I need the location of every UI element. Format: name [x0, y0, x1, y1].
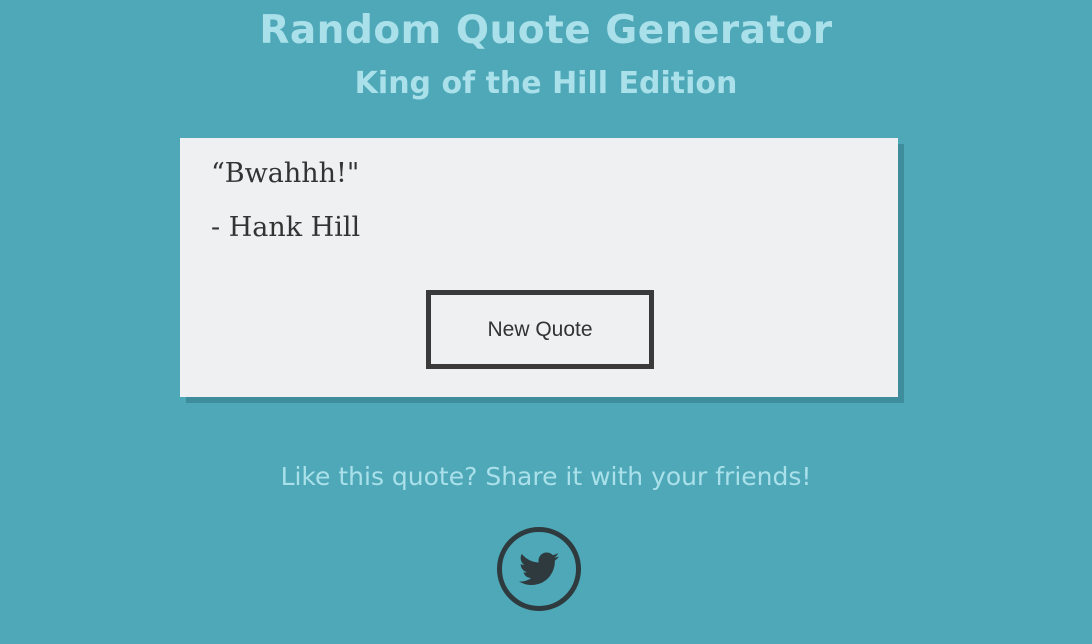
- quote-card: “Bwahhh!" - Hank Hill New Quote: [180, 138, 898, 397]
- page: Random Quote Generator King of the Hill …: [0, 0, 1092, 644]
- page-subtitle: King of the Hill Edition: [354, 66, 738, 101]
- page-title: Random Quote Generator: [259, 8, 833, 53]
- quote-text: “Bwahhh!": [211, 158, 360, 189]
- new-quote-button[interactable]: New Quote: [426, 290, 654, 369]
- twitter-icon: [519, 552, 559, 585]
- share-prompt: Like this quote? Share it with your frie…: [280, 462, 812, 491]
- twitter-share-button[interactable]: [497, 527, 581, 611]
- quote-author: - Hank Hill: [211, 212, 361, 243]
